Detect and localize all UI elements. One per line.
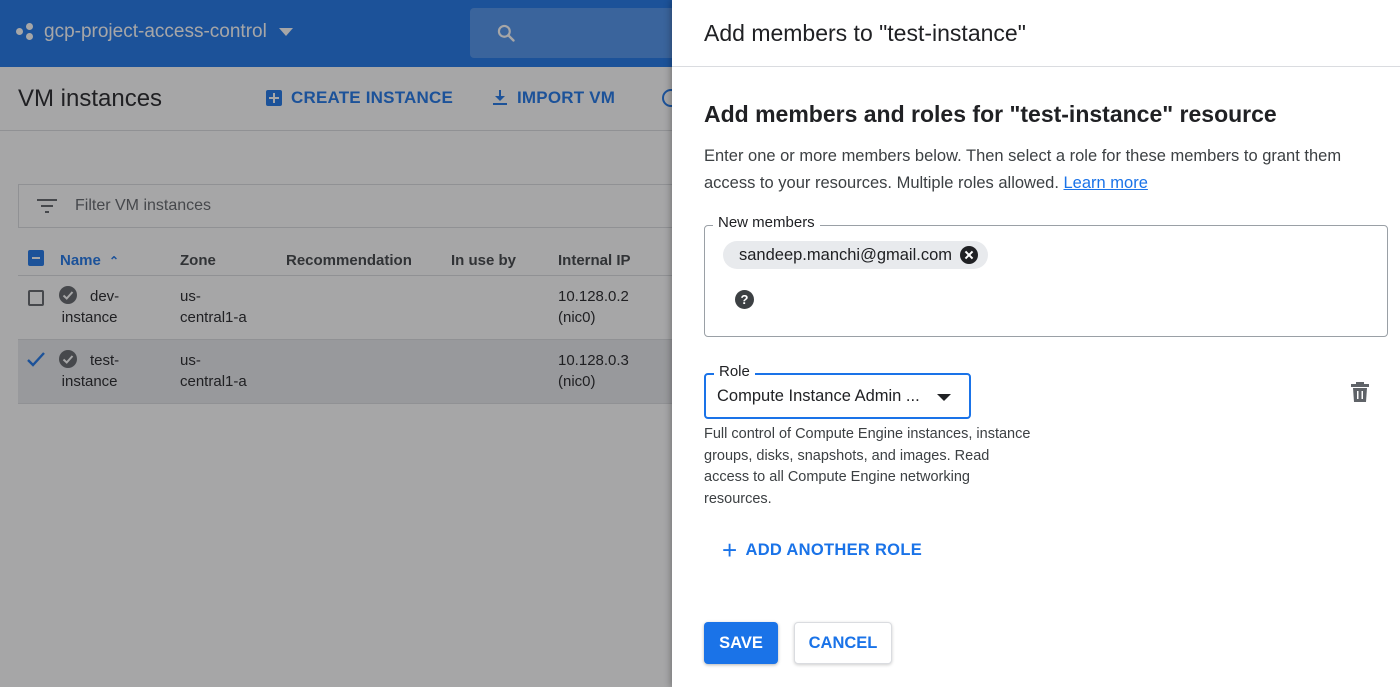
new-members-field[interactable]: New members sandeep.manchi@gmail.com ? xyxy=(704,214,1388,337)
remove-member-icon[interactable] xyxy=(960,246,979,264)
add-another-role-button[interactable]: + ADD ANOTHER ROLE xyxy=(722,535,923,565)
panel-divider xyxy=(672,66,1400,67)
add-icon: + xyxy=(722,535,738,565)
help-icon[interactable]: ? xyxy=(735,290,754,309)
section-description: Enter one or more members below. Then se… xyxy=(704,147,1342,192)
role-value: Compute Instance Admin ... xyxy=(717,387,920,405)
learn-more-link[interactable]: Learn more xyxy=(1064,174,1148,192)
member-chip-label: sandeep.manchi@gmail.com xyxy=(739,245,953,264)
delete-role-icon[interactable] xyxy=(1351,382,1369,402)
add-another-role-label: ADD ANOTHER ROLE xyxy=(745,540,923,559)
role-label: Role xyxy=(714,363,755,380)
panel-title: Add members to "test-instance" xyxy=(704,20,1026,46)
cancel-button[interactable]: CANCEL xyxy=(794,622,892,664)
dropdown-arrow-icon xyxy=(937,394,951,401)
vm-instances-console: gcp-project-access-control VM instances … xyxy=(0,0,672,687)
modal-scrim[interactable] xyxy=(0,0,672,687)
section-heading: Add members and roles for "test-instance… xyxy=(704,101,1277,127)
role-select[interactable]: Role Compute Instance Admin ... xyxy=(704,363,971,419)
save-button[interactable]: SAVE xyxy=(704,622,778,664)
member-chip: sandeep.manchi@gmail.com xyxy=(723,241,989,269)
role-description: Full control of Compute Engine instances… xyxy=(704,426,1031,507)
new-members-label: New members xyxy=(713,214,820,231)
add-members-panel: Add members to "test-instance" Add membe… xyxy=(672,0,1400,687)
